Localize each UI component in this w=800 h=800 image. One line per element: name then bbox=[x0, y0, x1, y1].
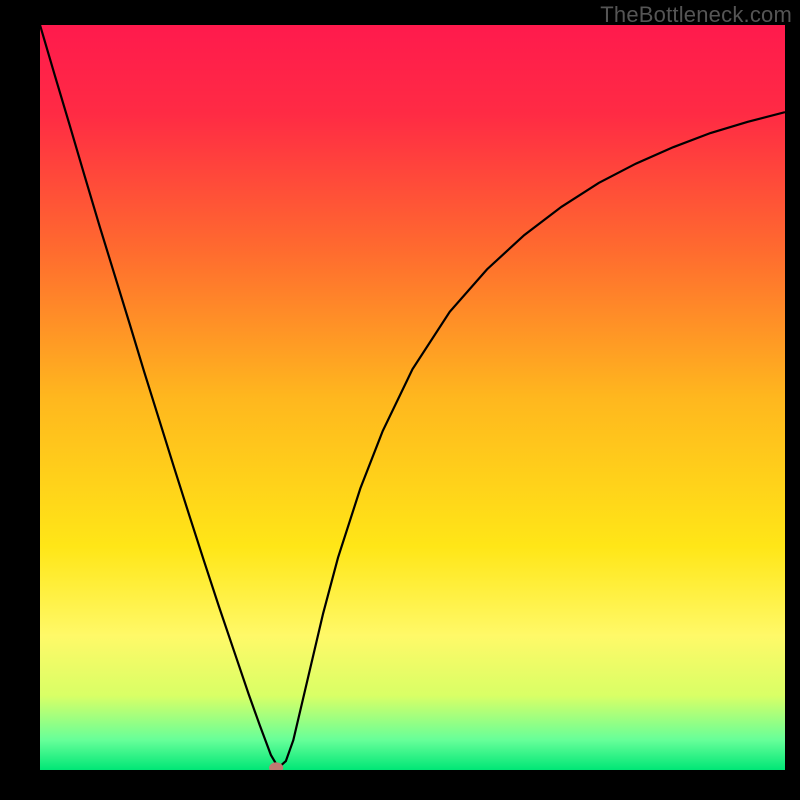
bottleneck-curve-chart bbox=[40, 25, 785, 770]
chart-container: TheBottleneck.com bbox=[0, 0, 800, 800]
plot-area bbox=[40, 25, 785, 770]
watermark-text: TheBottleneck.com bbox=[600, 2, 792, 28]
